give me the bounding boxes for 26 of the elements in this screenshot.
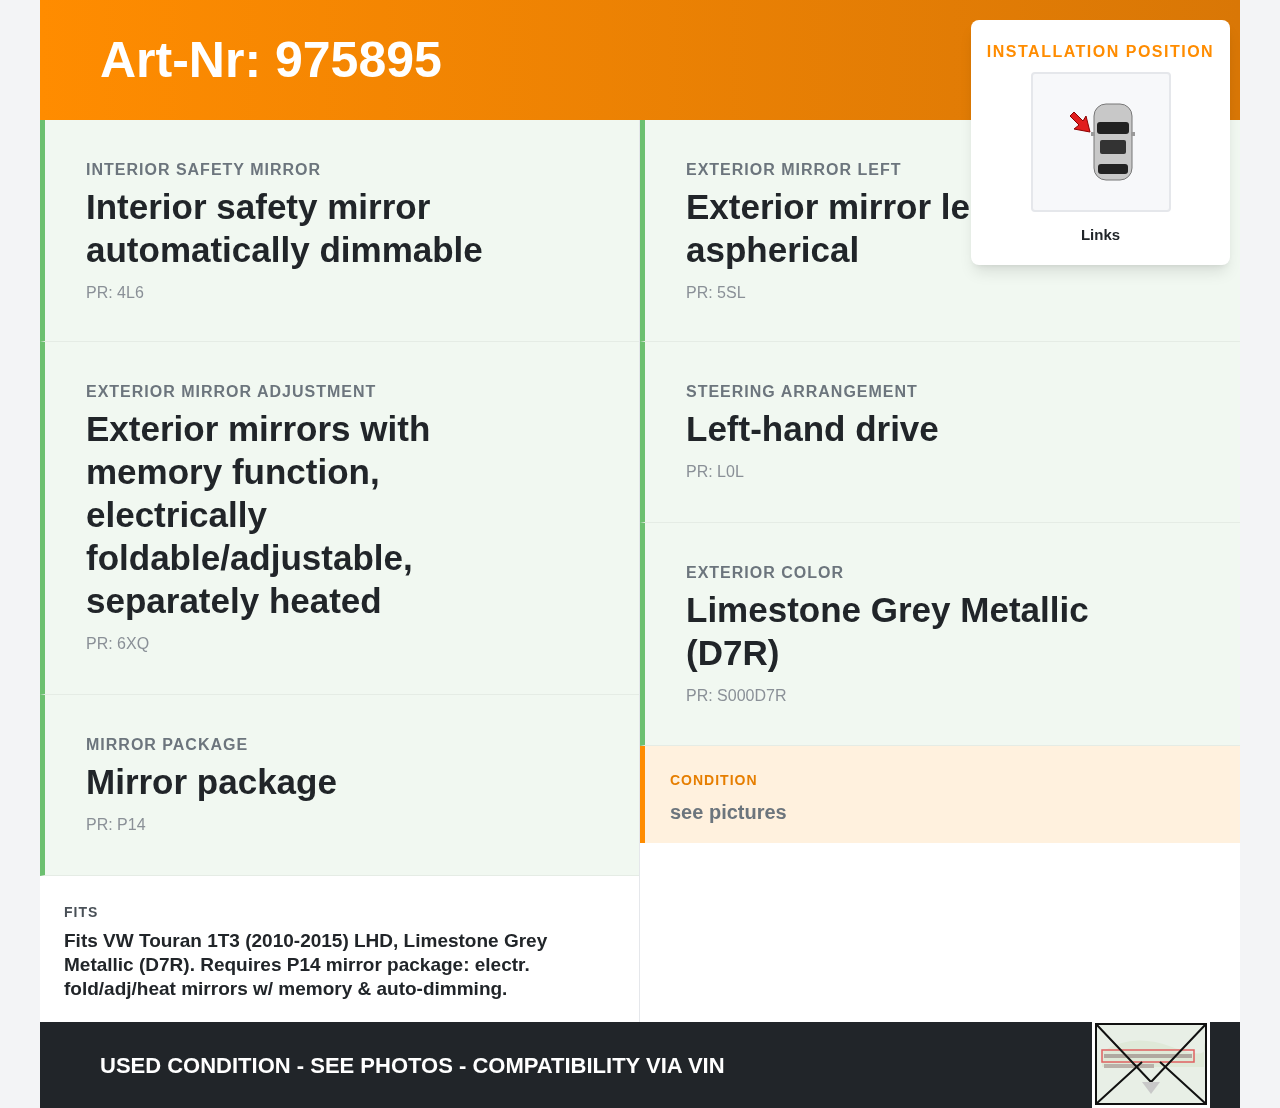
footer-text: USED CONDITION - SEE PHOTOS - COMPATIBILITY VIA VIN	[100, 1051, 725, 1080]
fits-description: Fits VW Touran 1T3 (2010-2015) LHD, Limestone Grey Metallic (D7R). Requires P14 mirror package: electr. fold/adj/heat mirrors w/ memory & auto-dimming.	[64, 929, 549, 1001]
option-label: EXTERIOR MIRROR ADJUSTMENT	[86, 382, 378, 402]
condition-value: see pictures	[670, 800, 788, 825]
condition-label: CONDITION	[670, 771, 759, 790]
option-title: Left-hand drive	[686, 408, 939, 450]
option-label: STEERING ARRANGEMENT	[686, 382, 919, 402]
option-title: Limestone Grey Metallic (D7R)	[686, 589, 1090, 674]
option-label: INTERIOR SAFETY MIRROR	[86, 160, 323, 180]
pr-code: PR: 6XQ	[86, 634, 151, 654]
pr-code: PR: 4L6	[86, 283, 145, 303]
fits-label: FITS	[64, 903, 100, 922]
option-title: Exterior mirror le aspherical	[686, 186, 970, 271]
pr-code: PR: 5SL	[686, 283, 747, 303]
position-caption: Links	[1080, 225, 1121, 245]
article-number: Art-Nr: 975895	[100, 30, 442, 90]
option-title: Exterior mirrors with memory function, electrically foldable/adjustable, separately heated	[86, 408, 432, 622]
option-label: MIRROR PACKAGE	[86, 735, 250, 755]
option-label: EXTERIOR MIRROR LEFT	[686, 160, 903, 180]
pr-code: PR: P14	[86, 815, 147, 835]
pr-code: PR: L0L	[686, 462, 745, 482]
pr-code: PR: S000D7R	[686, 686, 788, 706]
option-label: EXTERIOR COLOR	[686, 563, 845, 583]
option-title: Interior safety mirror automatically dimmable	[86, 186, 484, 271]
installation-position-heading: INSTALLATION POSITION	[986, 42, 1215, 62]
option-title: Mirror package	[86, 761, 337, 803]
